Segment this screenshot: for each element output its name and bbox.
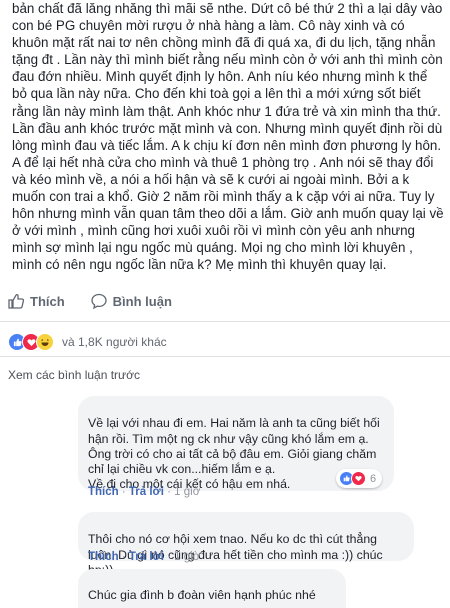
reaction-count[interactable]: và 1,8K người khác: [62, 335, 167, 349]
comment-like-link[interactable]: Thích: [88, 486, 119, 498]
comment-meta: Thích · Trả lời · 1 giờ: [88, 551, 201, 563]
comment-reply-link[interactable]: Trả lời: [129, 486, 164, 498]
post-body-text: bản chất đã lăng nhăng thì mãi sẽ nthe. …: [12, 1, 444, 273]
like-label: Thích: [30, 293, 65, 309]
comment-meta: Thích · Trả lời · 1 giờ: [88, 486, 201, 498]
comment-time: 1 giờ: [174, 551, 201, 563]
post-actions: Thích Bình luận: [8, 293, 198, 309]
haha-icon: [36, 333, 54, 351]
comment-icon: [91, 293, 107, 309]
comment-label: Bình luận: [112, 293, 172, 309]
love-icon: [351, 471, 366, 486]
comment-bubble: Chúc gia đình b đoàn viên hạnh phúc nhé: [78, 569, 346, 608]
comment-reaction-count: 6: [370, 472, 377, 485]
comment-time: 1 giờ: [174, 486, 201, 498]
divider: [0, 356, 450, 357]
comment-button[interactable]: Bình luận: [91, 293, 172, 309]
thumbs-up-icon: [8, 293, 24, 309]
comment-reaction-badge[interactable]: 6: [336, 469, 383, 488]
comment-like-link[interactable]: Thích: [88, 551, 119, 563]
view-previous-comments-link[interactable]: Xem các bình luận trước: [8, 368, 140, 382]
divider: [0, 321, 450, 322]
reactions-summary[interactable]: và 1,8K người khác: [8, 333, 167, 351]
like-button[interactable]: Thích: [8, 293, 65, 309]
comment-text: Chúc gia đình b đoàn viên hạnh phúc nhé: [88, 588, 316, 603]
comment-reply-link[interactable]: Trả lời: [129, 551, 164, 563]
